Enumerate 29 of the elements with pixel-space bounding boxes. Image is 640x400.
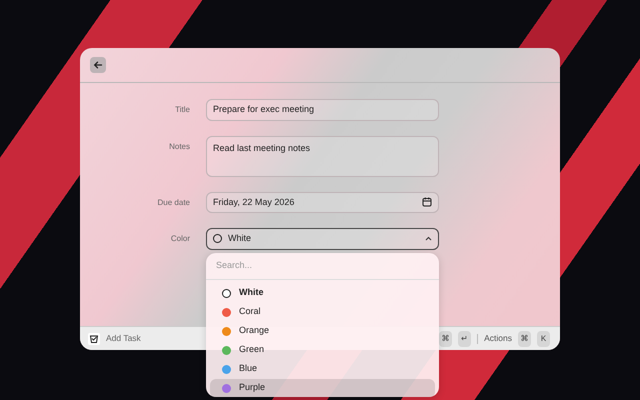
color-option[interactable]: White: [210, 284, 435, 302]
color-select[interactable]: White: [206, 228, 439, 250]
text-input[interactable]: Prepare for exec meeting: [206, 99, 439, 120]
field-label: Due date: [156, 196, 190, 208]
chevron-icon: [425, 236, 432, 242]
keycap: ⌘: [439, 330, 452, 346]
back-button[interactable]: [90, 57, 106, 73]
keycap: ⌘: [518, 330, 531, 346]
field-label: Notes: [168, 140, 190, 152]
color-option[interactable]: Green: [210, 340, 435, 360]
field-label: Title: [174, 104, 190, 116]
calendar-icon: [422, 197, 432, 208]
keycap: ↵: [458, 330, 472, 346]
color-option[interactable]: Coral: [210, 302, 435, 322]
footer-title: Add Task: [106, 332, 141, 345]
app-icon: [88, 332, 100, 344]
select-value: White: [228, 232, 252, 245]
color-option[interactable]: Purple: [210, 378, 435, 397]
back-arrow-icon: [93, 60, 103, 70]
color-option[interactable]: Blue: [210, 360, 435, 378]
search-field[interactable]: Search...: [206, 253, 439, 280]
field-label: Color: [170, 233, 190, 245]
actions-button[interactable]: Actions: [484, 332, 512, 345]
color-option[interactable]: Orange: [210, 322, 435, 340]
keycap: K: [537, 330, 550, 346]
circle-icon: [213, 234, 222, 244]
date-picker[interactable]: Friday, 22 May 2026: [206, 192, 439, 213]
date-value: Friday, 22 May 2026: [213, 196, 294, 209]
notes-textarea[interactable]: Read last meeting notes: [206, 136, 439, 176]
